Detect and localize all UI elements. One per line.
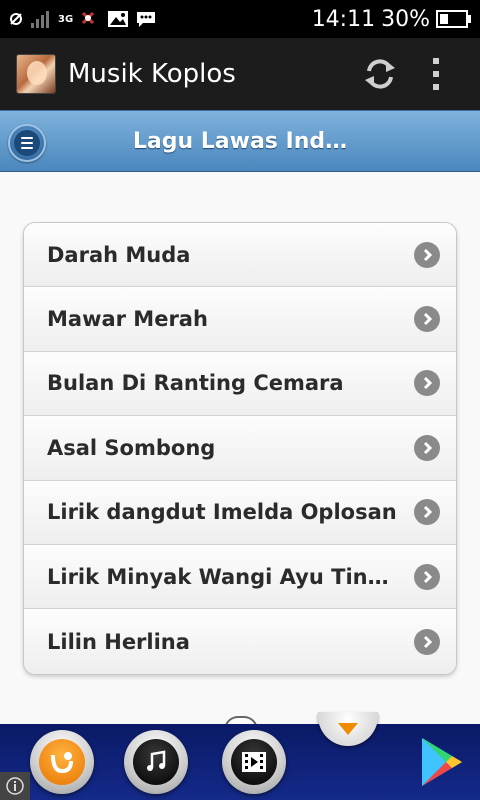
chevron-right-icon [414,628,440,655]
list-item[interactable]: Lirik Minyak Wangi Ayu Ting Ti… [24,544,456,610]
chevron-right-icon [414,241,440,268]
list-item[interactable]: Lilin Herlina [24,609,456,674]
list-item[interactable]: Lirik dangdut Imelda Oplosan [24,480,456,545]
chevron-right-icon [414,499,440,526]
chevron-right-icon [414,306,440,333]
music-icon [133,739,179,785]
status-bar: 3G 14:11 30% [0,0,480,38]
app-bar: Musik Koplos [0,38,480,110]
song-list: Darah Muda Mawar Merah Bulan Di Ranting … [23,222,457,675]
app-logo-icon [16,54,56,94]
list-item-label: Lirik dangdut Imelda Oplosan [47,500,397,525]
app-title: Musik Koplos [68,59,236,89]
chevron-down-icon [338,723,358,735]
bbm-icon [79,7,101,31]
refresh-button[interactable] [352,46,408,102]
clock: 14:11 [311,6,376,32]
list-item[interactable]: Mawar Merah [24,287,456,352]
network-3g-label: 3G [58,13,74,25]
battery-icon [436,7,472,31]
list-item-label: Lirik Minyak Wangi Ayu Ting Ti… [47,564,397,589]
list-item[interactable]: Asal Sombong [24,416,456,481]
page-title: Lagu Lawas Ind… [132,128,348,154]
status-right: 14:11 30% [312,7,472,32]
chevron-right-icon [414,370,440,397]
chevron-right-icon [414,563,440,590]
refresh-icon [365,59,395,89]
uc-browser-button[interactable] [30,730,94,794]
page-header: Lagu Lawas Ind… [0,110,480,172]
menu-button[interactable] [8,124,46,162]
play-store-icon [422,738,462,786]
chevron-right-icon [414,434,440,461]
signal-icon [30,7,52,31]
list-item-label: Asal Sombong [47,435,216,460]
list-item-label: Lilin Herlina [47,629,190,654]
list-item-label: Darah Muda [47,242,191,267]
content-area: Darah Muda Mawar Merah Bulan Di Ranting … [0,172,480,724]
chat-icon [135,7,157,31]
list-item-label: Bulan Di Ranting Cemara [47,371,344,396]
overflow-menu-icon [433,58,439,90]
uc-browser-icon [39,739,85,785]
list-item[interactable]: Bulan Di Ranting Cemara [24,351,456,417]
video-button[interactable] [222,730,286,794]
status-left-icons: 3G [8,7,157,31]
bottom-dock [0,724,480,800]
info-button[interactable] [0,772,30,800]
music-button[interactable] [124,730,188,794]
list-item[interactable]: Darah Muda [24,223,456,288]
usb-icon [8,7,24,31]
video-icon [231,739,277,785]
info-icon [6,777,24,795]
network-3g-icon: 3G [58,7,73,31]
menu-icon [14,130,40,156]
overflow-menu-button[interactable] [408,46,464,102]
battery-percent: 30% [381,6,430,32]
image-icon [107,7,129,31]
play-store-button[interactable] [414,734,470,790]
list-item-label: Mawar Merah [47,307,208,332]
